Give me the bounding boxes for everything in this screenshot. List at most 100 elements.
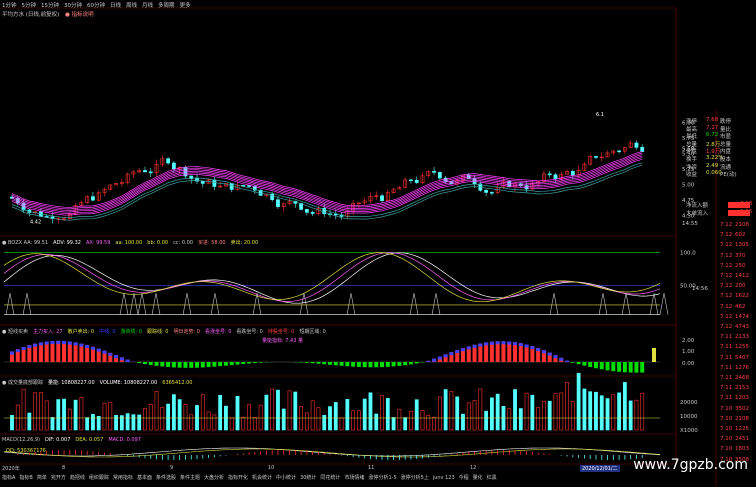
sub2-bar-cap	[437, 356, 442, 360]
bottom-tab[interactable]: 条件选股	[156, 475, 176, 481]
book-row: 7.12 370	[718, 253, 756, 260]
book-qty: 2451	[735, 436, 749, 443]
bottom-tab[interactable]: junv 123	[433, 475, 455, 481]
time-label-2: 14:56	[692, 286, 708, 292]
volume-bar	[594, 391, 598, 431]
legend-item: 游资线: 0	[120, 329, 142, 335]
volume-bar	[229, 417, 234, 431]
book-row: 7.12 1412	[718, 273, 756, 280]
volume-bar	[177, 399, 182, 431]
volume-bar	[154, 390, 159, 431]
volume-bar	[489, 397, 494, 431]
volume-bar	[235, 395, 240, 431]
book-price: 7.12	[720, 303, 733, 310]
volume-bar	[50, 417, 55, 431]
book-price: 7.11	[720, 334, 733, 341]
bottom-tab[interactable]: 红黑	[487, 475, 497, 481]
bottom-tab[interactable]: 市场情绪	[344, 475, 364, 481]
bottom-tab[interactable]: 条件主题	[180, 475, 200, 481]
sub2-bar	[622, 362, 627, 373]
volume-bar	[281, 408, 286, 431]
bottom-tab[interactable]: 常用指标	[113, 475, 133, 481]
bottom-tab[interactable]: 基本面	[137, 475, 152, 481]
book-qty: 4743	[735, 324, 749, 330]
triangle-mark	[621, 293, 631, 315]
sub2-bar-cap	[15, 349, 20, 353]
sub2-bar	[212, 362, 217, 367]
bottom-tab[interactable]: 同花统计	[320, 475, 340, 481]
book-price: 7.11	[720, 395, 733, 402]
book-qty: 1276	[735, 364, 749, 371]
volume-bar	[553, 393, 558, 431]
bottom-tab[interactable]: 涨停分析5上	[401, 475, 429, 481]
book-qty: 1474	[735, 313, 749, 320]
candle-body	[212, 179, 217, 187]
legend-item: MACD: 0.097	[108, 437, 141, 443]
volume-bar	[351, 410, 356, 431]
book-price: 7.11	[720, 375, 733, 381]
sub2-bar-cap	[489, 341, 494, 345]
sub2-bar	[380, 362, 385, 368]
bottom-tab[interactable]: 机会统计	[252, 475, 272, 481]
bottom-tab[interactable]: 大盘分析	[204, 475, 224, 481]
legend-item: ● 短线买卖	[2, 329, 28, 335]
sub2-bar	[50, 341, 55, 362]
osc-line	[3, 252, 661, 303]
volume-bar	[588, 391, 593, 431]
candle-body	[333, 213, 338, 216]
bottom-tab[interactable]: 中小统计	[276, 475, 296, 481]
legend-item: cc: 0.00	[173, 240, 193, 246]
book-row: 7.12 200	[718, 283, 756, 290]
ma-ribbon-line	[11, 152, 643, 210]
bottom-tab[interactable]: 指标开化	[228, 475, 248, 481]
bottom-tab[interactable]: 30统计	[300, 475, 316, 481]
bottom-tab[interactable]: 量化	[473, 475, 483, 481]
bottom-tab[interactable]: 指标A	[2, 475, 15, 481]
legend-item: 主力买入: 27	[32, 329, 63, 335]
sub2-bar	[374, 362, 379, 368]
bottom-tab[interactable]: 完开方	[51, 475, 66, 481]
book-price: 7.12	[720, 232, 733, 239]
sub2-bar	[252, 362, 257, 364]
sub3-y-label: 20000	[680, 400, 698, 406]
sub1-legend: ● BOZX AA: 99.51 ADV: 99.32 AX: 99.59 aa: 1…	[2, 239, 263, 246]
book-row: 7.12 602	[718, 232, 756, 239]
bottom-tab[interactable]: 简单	[37, 475, 47, 481]
bottom-tab[interactable]: 趋把线	[70, 475, 85, 481]
legend-item: ● 成交量底部跟踪	[2, 380, 43, 386]
sub2-bar-cap	[536, 348, 541, 352]
book-qty: 370	[735, 252, 746, 259]
sub2-bar	[414, 362, 419, 364]
bottom-tab[interactable]: 今程	[459, 475, 469, 481]
candle-body	[304, 209, 309, 213]
bottom-tab[interactable]: 指标B	[19, 475, 32, 481]
sub2-bar-cap	[108, 352, 113, 356]
sub2-bar	[345, 362, 350, 367]
book-row: 7.11 1276	[718, 365, 756, 372]
book-qty: 1305	[735, 242, 749, 249]
volume-bar	[443, 389, 448, 431]
book-row: 7.11 2153	[718, 385, 756, 392]
triangle-mark	[151, 293, 161, 315]
candle-body	[634, 142, 639, 148]
bottom-tab[interactable]: 组织跟踪	[89, 475, 109, 481]
book-qty: 2468	[735, 375, 749, 381]
volume-bar	[293, 391, 298, 431]
volume-bar	[195, 405, 199, 431]
sub2-bar	[351, 362, 356, 367]
sub2-bar-cap	[507, 341, 512, 345]
sub2-bar-cap	[432, 358, 437, 362]
sub2-bar	[177, 362, 182, 368]
sub2-bar-cap	[50, 341, 55, 345]
volume-bar	[582, 388, 587, 431]
volume-bar	[264, 394, 269, 431]
book-row: 7.12 250	[718, 263, 756, 270]
bottom-tab[interactable]: 涨停分析1-5	[368, 475, 396, 481]
bottom-tabs: 指标A 指标B 简单 完开方 趋把线 组织跟踪 常用指标 基本面 条件选股 条件主题 大盘分析 指标开…	[2, 474, 501, 481]
candle-body	[553, 174, 558, 180]
sub2-bar-cap	[125, 359, 130, 362]
sub2-bar	[356, 362, 361, 367]
book-price: 7.10	[720, 446, 733, 453]
quote-row: 收益 0.060 PE(动)	[686, 170, 756, 178]
sub2-bar-cap	[96, 348, 101, 352]
